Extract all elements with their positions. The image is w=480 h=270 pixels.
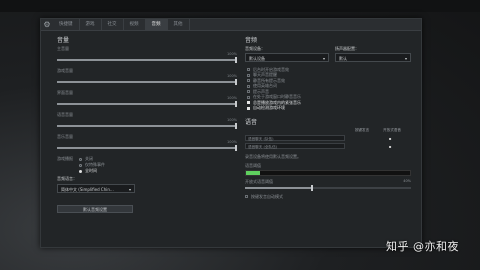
slider-fill (57, 125, 237, 127)
speaker-config-select[interactable]: 默认 ▾ (335, 53, 411, 62)
slider-knob[interactable] (235, 101, 237, 107)
reset-audio-button[interactable]: 默认音频设置 (57, 205, 133, 213)
chevron-down-icon: ▾ (322, 56, 325, 61)
interface-volume: 界面音量 100% (57, 90, 237, 107)
open-mic-header: 开放式语音 (383, 128, 401, 132)
slider-fill (57, 147, 237, 149)
game-volume: 游戏音量 100% (57, 68, 237, 85)
voice-threshold-label: 语音阈值 (245, 163, 261, 168)
tab-video[interactable]: 视频 (124, 19, 146, 30)
voice-volume: 语音音量 100% (57, 112, 237, 129)
tab-other[interactable]: 其他 (168, 19, 190, 30)
slider-knob[interactable] (235, 57, 237, 63)
slider-knob[interactable] (235, 123, 237, 129)
announcer-radio-group: 关闭 仅特殊事件 全时间 (79, 156, 105, 174)
slider-fill (57, 103, 237, 105)
announcer-label: 游戏播报 (57, 156, 73, 161)
voice-col-headers: 按键发言 开放式语音 (245, 128, 411, 134)
slider-value: 100% (226, 96, 237, 100)
voice-threshold-meter (245, 170, 411, 176)
voice-level-fill (246, 171, 260, 175)
settings-panel: ⚙ 快捷键 游戏 社交 视频 音频 其他 音量 主音量 100% 游戏音量 10… (40, 18, 422, 248)
language-label: 音频语言： (57, 176, 77, 181)
slider-fill (245, 187, 312, 189)
interface-volume-slider[interactable]: 100% (57, 96, 237, 107)
slider-knob[interactable] (311, 185, 314, 191)
slider-knob[interactable] (235, 145, 237, 151)
slider-value: 100% (226, 74, 237, 78)
language-value: 简体中文 (Simplified Chin... (61, 187, 114, 192)
tab-hotkeys[interactable]: 快捷键 (53, 19, 80, 30)
chevron-down-icon: ▾ (128, 187, 131, 192)
tab-game[interactable]: 游戏 (80, 19, 102, 30)
slider-fill (57, 81, 237, 83)
checkbox-auto-detect[interactable]: 自动检测游戏环境 (247, 105, 411, 112)
tab-social[interactable]: 社交 (102, 19, 124, 30)
slider-fill (57, 59, 237, 61)
open-mic-all-toggle[interactable]: ▪ (375, 144, 405, 149)
chevron-down-icon: ▾ (404, 56, 407, 61)
voice-volume-slider[interactable]: 100% (57, 118, 237, 129)
open-mic-threshold-slider[interactable] (245, 185, 411, 191)
radio-always[interactable]: 全时间 (79, 168, 105, 174)
audio-section: 音频 音频设备： 默认设备 ▾ 扬声器配置： 默认 ▾ 后台时开启游戏音效 聊天声音… (245, 35, 411, 200)
speaker-config-value: 默认 (339, 56, 347, 61)
volume-title: 音量 (57, 37, 70, 44)
slider-value: 100% (226, 140, 237, 144)
language-select[interactable]: 简体中文 (Simplified Chin... ▾ (57, 184, 135, 193)
volume-section: 音量 主音量 100% 游戏音量 100% 界面音量 100% 语音音量 100… (57, 35, 237, 213)
slider-value: 100% (226, 118, 237, 122)
voice-row-all: 语音聊天 (全队伍) ▪ (245, 142, 411, 150)
music-volume-slider[interactable]: 100% (57, 140, 237, 151)
tab-audio[interactable]: 音频 (145, 19, 168, 30)
game-volume-slider[interactable]: 100% (57, 74, 237, 85)
settings-tab-bar: ⚙ 快捷键 游戏 社交 视频 音频 其他 (41, 19, 421, 31)
slider-value: 100% (226, 52, 237, 56)
music-volume: 音乐音量 100% (57, 134, 237, 151)
recording-device-note: 录音设备将使用默认音频设置。 (245, 154, 301, 159)
output-device-label: 音频设备： (245, 46, 265, 51)
voice-row-team: 语音聊天 (队伍) ▪ (245, 134, 411, 142)
game-top-bar (0, 0, 480, 12)
audio-checkbox-list: 后台时开启游戏音效 聊天声音提醒 静音所有提示音效 使用英雄台词 提示声音 在处… (247, 67, 411, 111)
audio-title: 音频 (245, 37, 258, 44)
output-device-select[interactable]: 默认设备 ▾ (245, 53, 329, 62)
announcer-setting: 游戏播报 关闭 仅特殊事件 全时间 (57, 156, 237, 174)
voice-title: 语音 (245, 119, 258, 126)
voice-all-field[interactable]: 语音聊天 (全队伍) (245, 143, 345, 149)
master-volume-slider[interactable]: 100% (57, 52, 237, 63)
slider-knob[interactable] (235, 79, 237, 85)
push-to-talk-header: 按键发言 (354, 128, 370, 132)
gear-icon[interactable]: ⚙ (41, 19, 53, 30)
voice-team-field[interactable]: 语音聊天 (队伍) (245, 135, 345, 141)
output-device-value: 默认设备 (249, 56, 265, 61)
checkbox-push-to-talk-auto[interactable]: 按键发言自动模式 (245, 194, 411, 200)
master-volume: 主音量 100% (57, 46, 237, 63)
device-row: 音频设备： 默认设备 ▾ 扬声器配置： 默认 ▾ (245, 46, 411, 62)
zhihu-watermark: 知乎 @亦和夜 (386, 240, 459, 253)
open-mic-team-toggle[interactable]: ▪ (375, 136, 405, 141)
speaker-config-label: 扬声器配置： (335, 46, 359, 51)
